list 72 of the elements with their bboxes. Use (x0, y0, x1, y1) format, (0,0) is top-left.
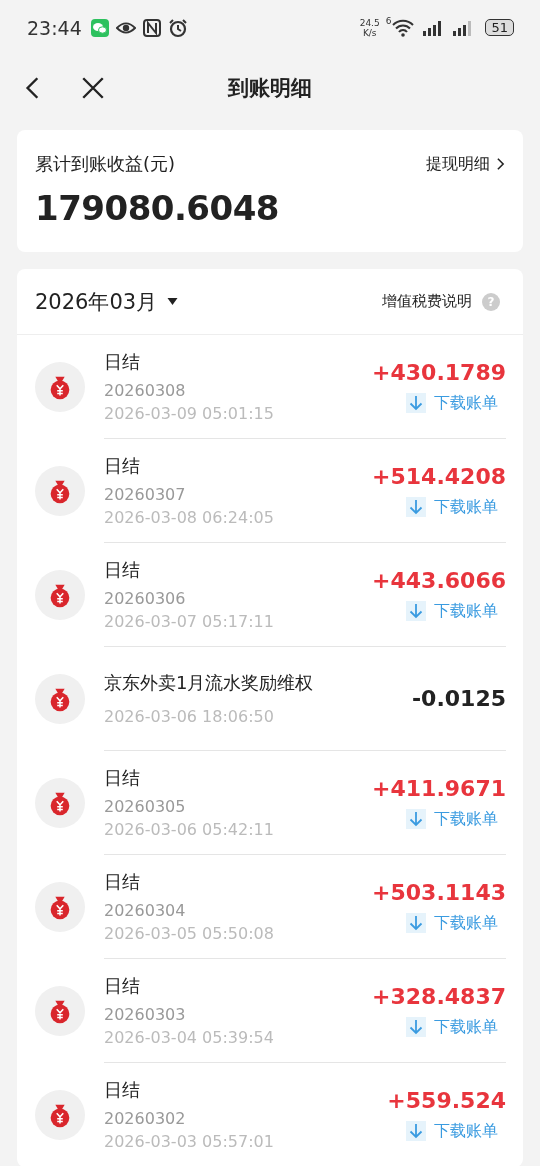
money-bag-icon (35, 465, 85, 516)
net-speed: 24.5 (359, 17, 380, 28)
money-bag-icon (35, 673, 85, 724)
entry-time: 2026-03-08 06:24:05 (104, 508, 275, 527)
wifi-icon (391, 18, 416, 37)
download-arrow-icon (406, 809, 426, 829)
entry-amount: +411.9671 (372, 775, 506, 801)
download-arrow-icon (406, 1017, 426, 1037)
entry-amount: -0.0125 (411, 686, 506, 711)
money-bag-icon (35, 361, 85, 412)
entry-amount: +443.6066 (372, 567, 506, 593)
withdrawal-details-link[interactable]: 提现明细 (426, 153, 505, 175)
entry-amount: +328.4837 (372, 983, 506, 1009)
download-bill-link[interactable]: 下载账单 (406, 808, 498, 830)
tax-note-link[interactable]: 增值税费说明 (382, 292, 472, 311)
entry-time: 2026-03-05 05:50:08 (104, 924, 275, 943)
money-bag-icon (35, 985, 85, 1036)
entry-title: 日结 (104, 454, 141, 478)
wifi-standard-label: 6 (385, 16, 392, 26)
total-amount: 179080.6048 (35, 188, 280, 228)
entry-time: 2026-03-06 18:06:50 (104, 707, 275, 726)
entry-code: 20260302 (104, 1109, 187, 1128)
download-bill-link[interactable]: 下载账单 (406, 1016, 498, 1038)
battery-indicator: 51 (485, 19, 514, 36)
download-arrow-icon (406, 497, 426, 517)
download-bill-link[interactable]: 下载账单 (406, 600, 498, 622)
entry-title: 日结 (104, 766, 141, 790)
entry-time: 2026-03-04 05:39:54 (104, 1028, 275, 1047)
entry-title: 日结 (104, 558, 141, 582)
download-arrow-icon (406, 913, 426, 933)
entry-amount: +503.1143 (372, 879, 506, 905)
status-time: 23:44 (27, 16, 82, 39)
money-bag-icon (35, 1089, 85, 1140)
entry-time: 2026-03-07 05:17:11 (104, 612, 275, 631)
download-bill-link[interactable]: 下载账单 (406, 496, 498, 518)
download-arrow-icon (406, 393, 426, 413)
chevron-right-icon (496, 157, 505, 171)
entry-time: 2026-03-06 05:42:11 (104, 820, 275, 839)
entry-time: 2026-03-03 05:57:01 (104, 1132, 275, 1151)
month-picker[interactable]: 2026年03月 (35, 287, 179, 316)
entry-amount: +514.4208 (372, 463, 506, 489)
entry-code: 20260306 (104, 589, 187, 608)
entry-code: 20260304 (104, 901, 187, 920)
close-icon[interactable] (80, 75, 106, 101)
entry-title: 日结 (104, 974, 141, 998)
entry-code: 20260305 (104, 797, 187, 816)
entry-time: 2026-03-09 05:01:15 (104, 404, 275, 423)
nfc-icon (141, 17, 162, 38)
money-bag-icon (35, 569, 85, 620)
entry-title: 日结 (104, 1078, 141, 1102)
download-arrow-icon (406, 1121, 426, 1141)
help-icon[interactable]: ? (482, 292, 500, 311)
entry-title: 日结 (104, 870, 141, 894)
page-title: 到账明细 (228, 75, 312, 102)
entry-amount: +559.524 (387, 1087, 506, 1113)
alarm-icon (167, 17, 188, 38)
chat-app-icon (89, 17, 110, 38)
download-bill-link[interactable]: 下载账单 (406, 392, 498, 414)
download-bill-link[interactable]: 下载账单 (406, 1120, 498, 1142)
dropdown-triangle-icon (167, 297, 179, 306)
entry-title: 日结 (104, 350, 141, 374)
entry-code: 20260307 (104, 485, 187, 504)
download-bill-link[interactable]: 下载账单 (406, 912, 498, 934)
entry-title: 京东外卖1月流水奖励维权 (104, 671, 315, 695)
download-arrow-icon (406, 601, 426, 621)
entry-code: 20260303 (104, 1005, 187, 1024)
money-bag-icon (35, 881, 85, 932)
summary-label: 累计到账收益(元) (35, 152, 176, 176)
entry-code: 20260308 (104, 381, 187, 400)
entry-amount: +430.1789 (372, 359, 506, 385)
money-bag-icon (35, 777, 85, 828)
net-unit: K/s (362, 27, 377, 38)
